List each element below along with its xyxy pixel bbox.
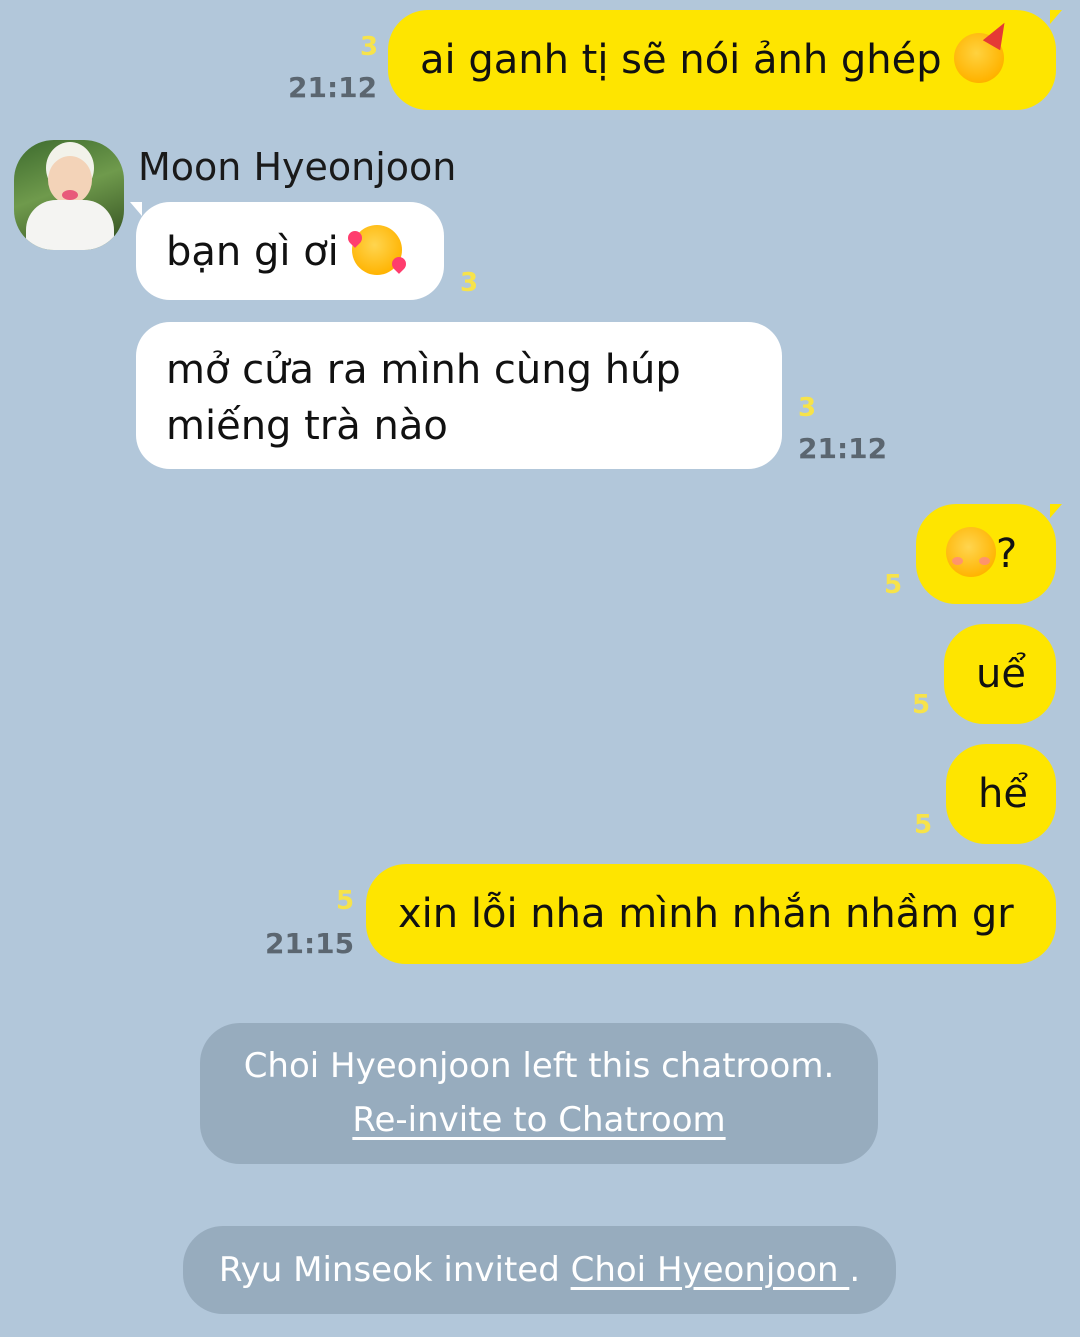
message-text: bạn gì ơi: [166, 229, 339, 275]
message-text: uể: [976, 651, 1026, 697]
received-message-bubble[interactable]: bạn gì ơi: [136, 202, 444, 300]
message-time: 21:12: [798, 432, 888, 465]
notice-text: Ryu Minseok invited: [218, 1250, 571, 1290]
my-message-bubble[interactable]: hể: [946, 744, 1056, 844]
message-text: xin lỗi nha mình nhắn nhầm gr: [398, 891, 1014, 937]
unread-count: 3: [798, 393, 817, 423]
message-time: 21:12: [288, 71, 378, 104]
message-text: mở cửa ra mình cùng húp miếng trà nào: [166, 347, 681, 449]
reinvite-link[interactable]: Re-invite to Chatroom: [200, 1093, 878, 1147]
avatar[interactable]: [14, 140, 124, 250]
sender-name[interactable]: Moon Hyeonjoon: [138, 144, 456, 190]
smiling-face-with-hearts-emoji-icon: [351, 225, 402, 275]
system-notice-invited: Ryu Minseok invited Choi Hyeonjoon .: [183, 1226, 896, 1314]
notice-text: .: [849, 1250, 861, 1290]
system-notice-left: Choi Hyeonjoon left this chatroom. Re-in…: [200, 1023, 878, 1164]
unread-count: 3: [360, 32, 379, 62]
unread-count: 3: [460, 268, 479, 298]
unread-count: 5: [912, 690, 931, 720]
message-text: ?: [996, 531, 1018, 577]
notice-text: Choi Hyeonjoon left this chatroom.: [243, 1046, 835, 1086]
message-text: ai ganh tị sẽ nói ảnh ghép: [420, 37, 942, 83]
my-message-bubble[interactable]: ai ganh tị sẽ nói ảnh ghép: [388, 10, 1056, 110]
unread-count: 5: [914, 810, 933, 840]
my-message-bubble[interactable]: ?: [916, 504, 1056, 604]
my-message-bubble[interactable]: xin lỗi nha mình nhắn nhầm gr: [366, 864, 1056, 964]
smiling-face-emoji-icon: [946, 527, 996, 577]
received-message-bubble[interactable]: mở cửa ra mình cùng húp miếng trà nào: [136, 322, 782, 469]
invited-user-link[interactable]: Choi Hyeonjoon: [571, 1250, 850, 1290]
message-time: 21:15: [265, 927, 355, 960]
my-message-bubble[interactable]: uể: [944, 624, 1056, 724]
partying-face-emoji-icon: [954, 33, 1005, 83]
unread-count: 5: [336, 886, 355, 916]
unread-count: 5: [884, 570, 903, 600]
message-text: hể: [978, 771, 1028, 817]
